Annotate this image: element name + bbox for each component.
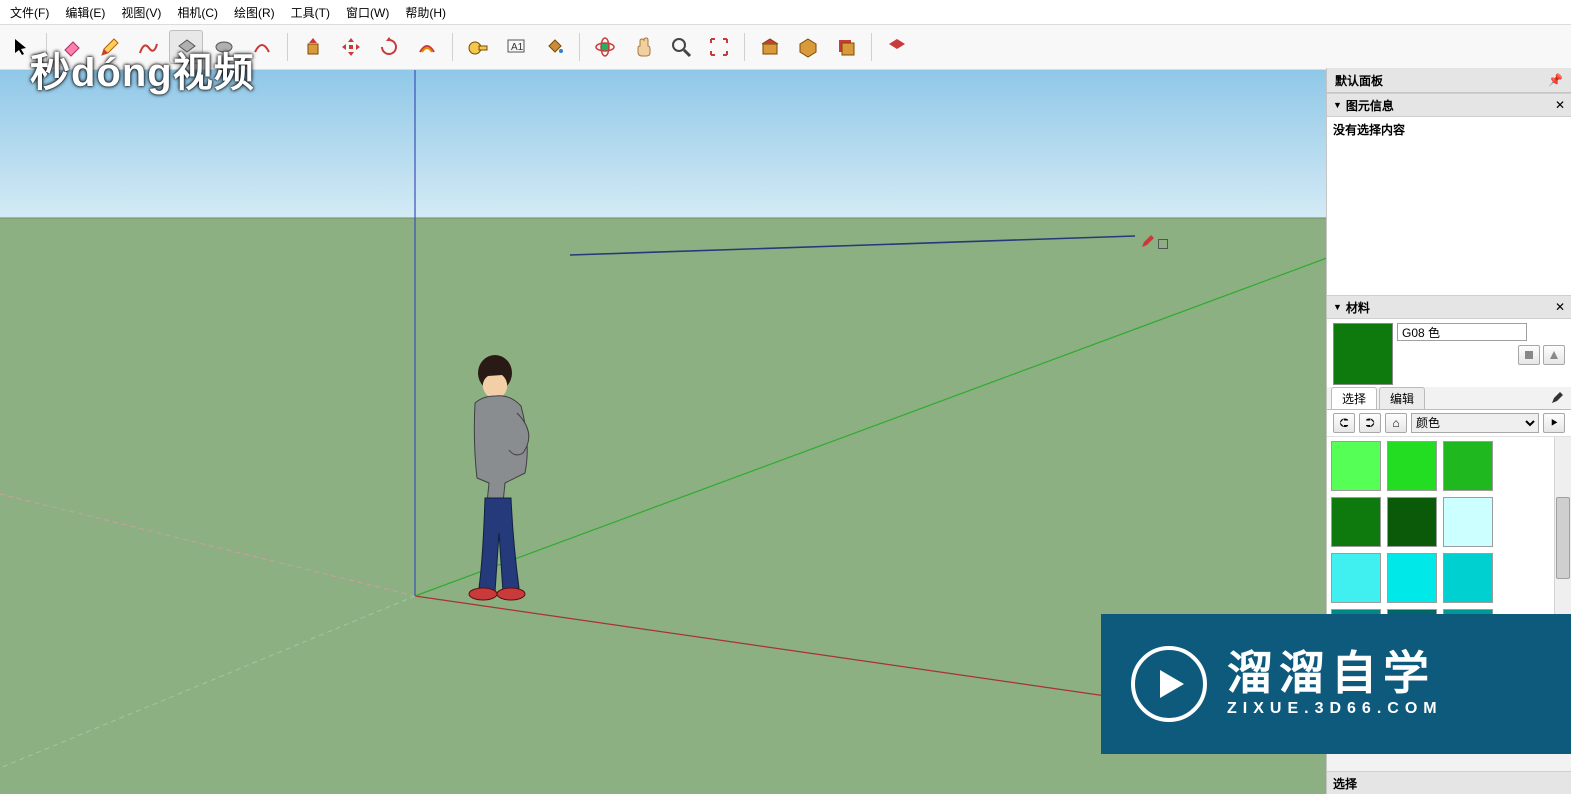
select-tool[interactable] [4,30,38,64]
collapse-icon: ▼ [1333,100,1342,110]
material-name-input[interactable] [1397,323,1527,341]
select-panel-label: 选择 [1333,775,1357,792]
material-swatch[interactable] [1387,609,1437,659]
materials-tab-edit[interactable]: 编辑 [1379,387,1425,409]
orbit-tool[interactable] [588,30,622,64]
material-swatch[interactable] [1443,609,1493,659]
menu-view[interactable]: 视图(V) [113,2,169,23]
material-swatch[interactable] [1387,441,1437,491]
entity-info-body: 没有选择内容 [1327,117,1571,295]
toolbar-separator [46,33,47,61]
toolbar-separator [871,33,872,61]
viewport-3d[interactable] [0,68,1327,794]
rectangle-tool[interactable] [169,30,203,64]
menu-file[interactable]: 文件(F) [2,2,57,23]
zoom-extents-tool[interactable] [702,30,736,64]
extension-tool[interactable] [880,30,914,64]
menu-window[interactable]: 窗口(W) [338,2,397,23]
move-tool[interactable] [334,30,368,64]
circle-tool[interactable] [207,30,241,64]
menu-draw[interactable]: 绘图(R) [226,2,283,23]
menu-help[interactable]: 帮助(H) [397,2,454,23]
pan-tool[interactable] [626,30,660,64]
offset-tool[interactable] [410,30,444,64]
material-swatch[interactable] [1331,553,1381,603]
pin-icon[interactable]: 📌 [1548,73,1563,87]
default-material-button[interactable] [1543,345,1565,365]
materials-header-label: 材料 [1346,299,1370,316]
back-button[interactable]: ⮈ [1333,413,1355,433]
arc-tool[interactable] [245,30,279,64]
menu-tools[interactable]: 工具(T) [283,2,338,23]
layers-tool[interactable] [829,30,863,64]
warehouse-tool[interactable] [753,30,787,64]
entity-info-header[interactable]: ▼ 图元信息 ✕ [1327,93,1571,117]
freehand-tool[interactable] [131,30,165,64]
material-swatch[interactable] [1331,497,1381,547]
details-button[interactable]: ⯈ [1543,413,1565,433]
scene-canvas [0,68,1327,794]
tray-title-label: 默认面板 [1335,72,1383,89]
toolbar-separator [287,33,288,61]
select-panel-header[interactable]: 选择 [1327,771,1571,794]
menu-edit[interactable]: 编辑(E) [57,2,113,23]
materials-swatch-area [1327,437,1571,731]
zoom-tool[interactable] [664,30,698,64]
material-swatch[interactable] [1387,553,1437,603]
materials-toolbar: ⮈ ⮊ ⌂ 颜色 ⯈ [1327,410,1571,437]
tape-measure-tool[interactable] [461,30,495,64]
scrollbar[interactable] [1554,437,1571,731]
paint-bucket-tool[interactable] [537,30,571,64]
current-material-swatch[interactable] [1333,323,1393,385]
material-swatch[interactable] [1443,441,1493,491]
tray-title[interactable]: 默认面板 📌 [1327,68,1571,93]
materials-tabs: 选择 编辑 [1327,387,1571,410]
material-swatch[interactable] [1443,497,1493,547]
pushpull-tool[interactable] [296,30,330,64]
pencil-tool[interactable] [93,30,127,64]
menu-bar: 文件(F) 编辑(E) 视图(V) 相机(C) 绘图(R) 工具(T) 窗口(W… [0,0,1571,24]
close-icon[interactable]: ✕ [1555,300,1565,314]
tray-panel: 默认面板 📌 ▼ 图元信息 ✕ 没有选择内容 ▼ 材料 ✕ [1326,68,1571,794]
eraser-tool[interactable] [55,30,89,64]
close-icon[interactable]: ✕ [1555,98,1565,112]
materials-collection-select[interactable]: 颜色 [1411,413,1539,433]
components-tool[interactable] [791,30,825,64]
material-swatch[interactable] [1443,553,1493,603]
forward-button[interactable]: ⮊ [1359,413,1381,433]
entity-info-text: 没有选择内容 [1333,123,1405,137]
toolbar-separator [744,33,745,61]
svg-text:A1: A1 [511,42,524,53]
materials-swatch-grid [1331,441,1567,659]
home-button[interactable]: ⌂ [1385,413,1407,433]
scrollbar-thumb[interactable] [1556,497,1570,579]
collapse-icon: ▼ [1333,302,1342,312]
materials-body: 选择 编辑 ⮈ ⮊ ⌂ 颜色 ⯈ [1327,319,1571,731]
materials-tab-select[interactable]: 选择 [1331,387,1377,409]
entity-info-header-label: 图元信息 [1346,97,1394,114]
text-tool[interactable]: A1 [499,30,533,64]
eyedropper-icon[interactable] [1549,390,1565,409]
create-material-button[interactable] [1518,345,1540,365]
material-swatch[interactable] [1331,609,1381,659]
toolbar: A1 [0,24,1571,70]
toolbar-separator [579,33,580,61]
material-swatch[interactable] [1331,441,1381,491]
rotate-tool[interactable] [372,30,406,64]
menu-camera[interactable]: 相机(C) [169,2,226,23]
materials-header[interactable]: ▼ 材料 ✕ [1327,295,1571,319]
toolbar-separator [452,33,453,61]
material-swatch[interactable] [1387,497,1437,547]
